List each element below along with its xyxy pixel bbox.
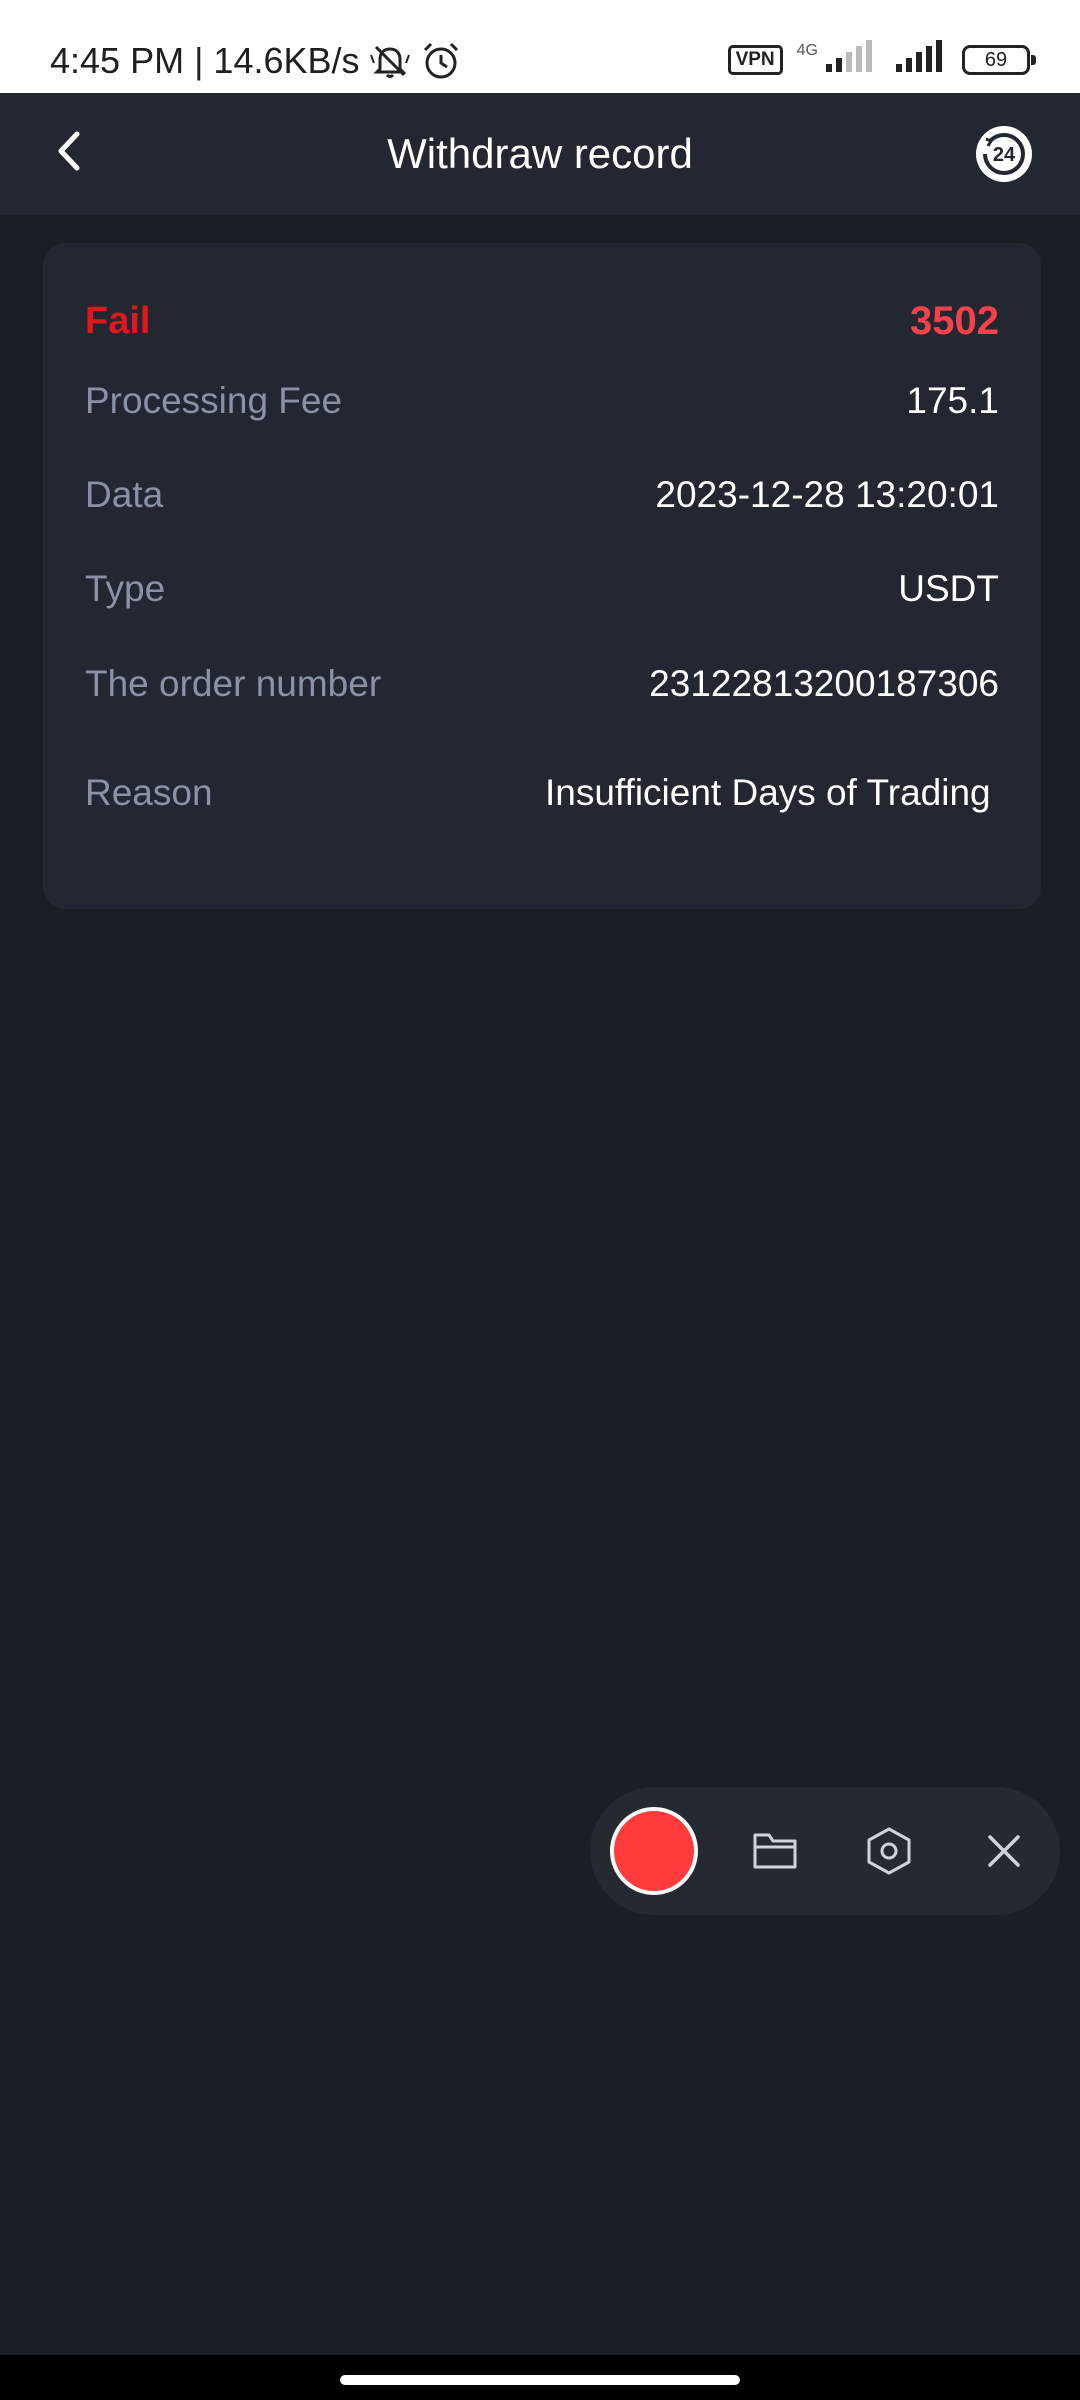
page-title: Withdraw record [387,130,693,177]
home-indicator[interactable] [340,2375,740,2385]
detail-row-type: Type USDT [85,559,999,619]
date-value: 2023-12-28 13:20:01 [655,474,999,515]
support-24h-icon: 24 [976,126,1032,182]
folder-icon [753,1833,797,1869]
network-type: 4G [796,41,818,59]
battery-icon: 69 [962,44,1036,75]
record-button[interactable] [610,1807,698,1895]
support-24h-label: 24 [993,144,1016,166]
status-row: Fail 3502 [85,291,999,351]
reason-value: Insufficient Days of Trading [545,772,991,813]
withdraw-record-card: Fail 3502 Processing Fee 175.1 Data 2023… [43,243,1041,909]
alarm-clock-icon [420,41,462,81]
close-button[interactable] [974,1821,1034,1881]
settings-hexagon-icon [867,1827,911,1875]
amount-value: 3502 [910,298,999,343]
vpn-badge: VPN [727,44,783,75]
chevron-left-icon [55,128,85,179]
status-left: 4:45 PM | 14.6KB/s [50,36,462,86]
gesture-nav-area [0,2355,1080,2400]
signal-icon-sim2 [892,40,948,79]
processing-fee-label: Processing Fee [85,380,343,421]
screen-recorder-toolbar [590,1787,1060,1915]
reason-label: Reason [85,772,213,813]
detail-row-reason: Reason Insufficient Days of Trading [85,748,999,838]
settings-button[interactable] [859,1821,919,1881]
status-bar: 4:45 PM | 14.6KB/s VPN 4G 69 [0,0,1080,93]
order-number-label: The order number [85,663,382,704]
status-label: Fail [85,299,151,342]
folder-button[interactable] [745,1821,805,1881]
order-number-value: 23122813200187306 [649,663,999,704]
processing-fee-value: 175.1 [906,380,999,421]
type-label: Type [85,568,166,609]
date-label: Data [85,474,164,515]
close-icon [988,1835,1020,1867]
type-value: USDT [898,568,999,609]
detail-row-order-number: The order number 23122813200187306 [85,654,999,714]
status-time-speed: 4:45 PM | 14.6KB/s [50,40,360,81]
detail-row-processing-fee: Processing Fee 175.1 [85,371,999,431]
signal-icon-sim1 [822,40,878,79]
status-right: VPN 4G 69 [727,40,1036,79]
screen: 4:45 PM | 14.6KB/s VPN 4G 69 Withdraw re… [0,0,1080,2400]
mute-bell-icon [368,41,412,81]
support-24h-button[interactable]: 24 [974,124,1034,184]
app-header: Withdraw record 24 [0,93,1080,215]
detail-row-date: Data 2023-12-28 13:20:01 [85,465,999,525]
back-button[interactable] [40,123,100,183]
